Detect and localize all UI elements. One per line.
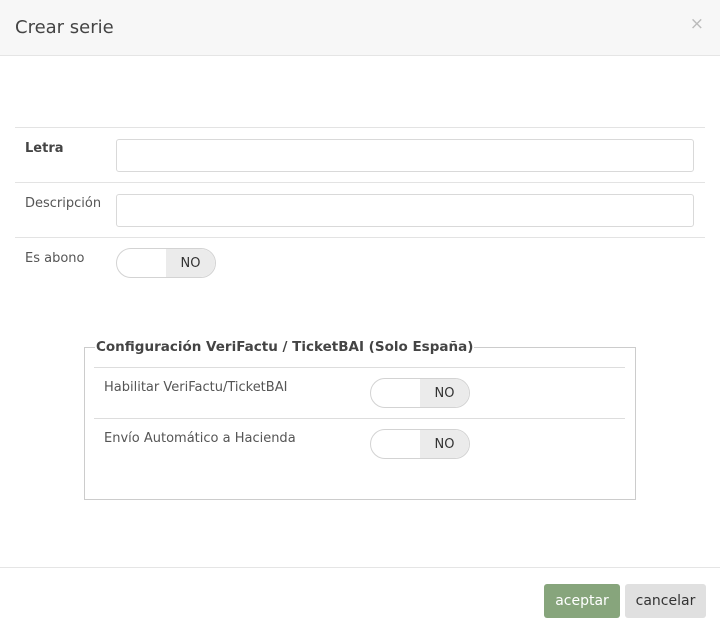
serie-form: Letra Descripción Es abono NO [15,127,705,292]
envio-hacienda-row: Envío Automático a Hacienda NO [94,418,625,469]
es-abono-toggle-state: NO [166,249,215,277]
accept-button[interactable]: aceptar [544,584,620,618]
modal-header: Crear serie × [0,0,720,56]
es-abono-row: Es abono NO [15,237,705,292]
letra-label: Letra [25,141,64,156]
habilitar-verifactu-label: Habilitar VeriFactu/TicketBAI [104,380,288,395]
verifactu-legend: Configuración VeriFactu / TicketBAI (Sol… [95,339,475,355]
habilitar-verifactu-row: Habilitar VeriFactu/TicketBAI NO [94,367,625,418]
letra-row: Letra [15,127,705,182]
es-abono-toggle[interactable]: NO [116,248,216,278]
descripcion-row: Descripción [15,182,705,237]
modal-footer: aceptar cancelar [0,567,720,633]
descripcion-label: Descripción [25,196,102,211]
modal-title: Crear serie [15,17,114,38]
envio-hacienda-toggle[interactable]: NO [370,429,470,459]
envio-hacienda-label: Envío Automático a Hacienda [104,431,296,446]
close-icon[interactable]: × [690,16,704,33]
cancel-button[interactable]: cancelar [625,584,706,618]
envio-hacienda-toggle-state: NO [420,430,469,458]
habilitar-verifactu-toggle-state: NO [420,379,469,407]
descripcion-input[interactable] [116,194,694,227]
letra-input[interactable] [116,139,694,172]
es-abono-label: Es abono [25,251,85,266]
habilitar-verifactu-toggle[interactable]: NO [370,378,470,408]
